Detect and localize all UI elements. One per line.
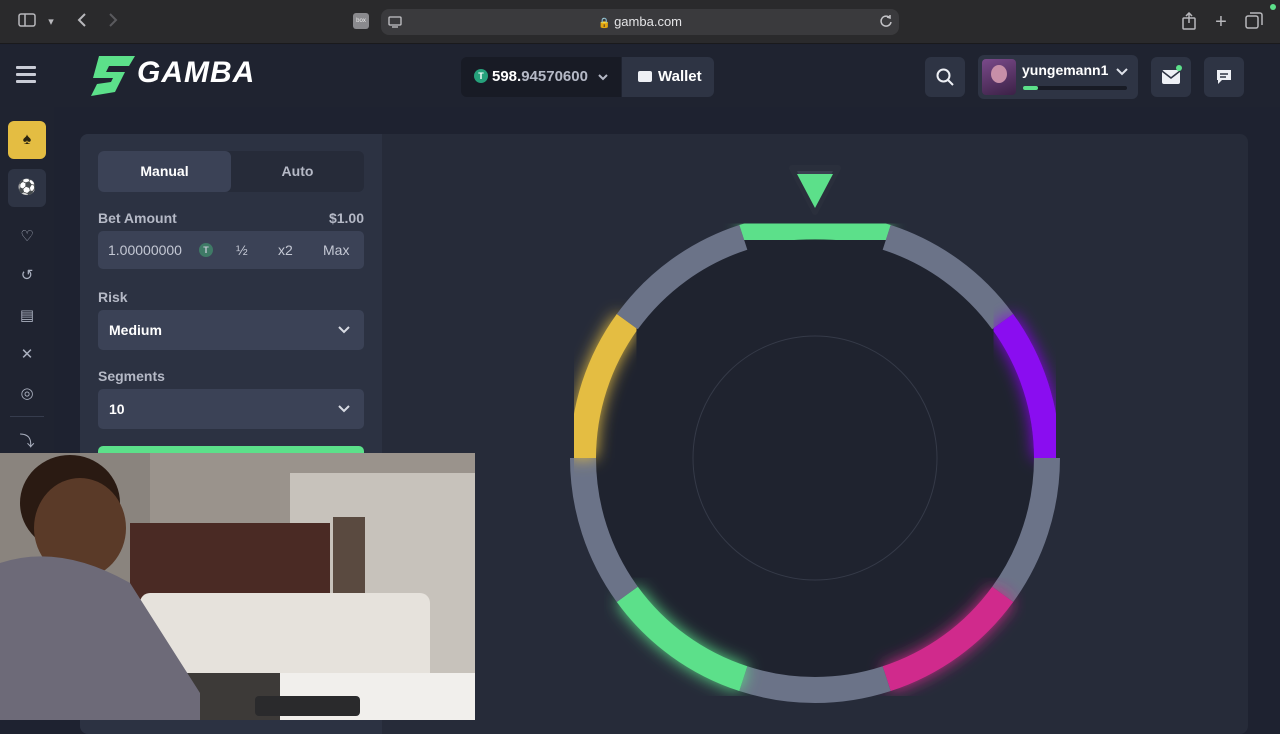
sidebar-item-casino[interactable]: ♠ [8,121,46,159]
balance-whole: 598. [492,68,522,85]
tab-favicon[interactable]: box [353,13,369,29]
risk-label: Risk [98,289,128,305]
xp-progress-fill [1023,86,1038,90]
sports-ball-icon: ⚽ [17,179,37,196]
segments-label: Segments [98,368,165,384]
heart-icon: ♡ [20,228,34,245]
search-button[interactable] [925,57,965,97]
gamba-logo-icon[interactable] [89,52,137,103]
chart-icon: ▤ [19,307,35,324]
lock-icon: 🔒 [598,18,611,29]
username: yungemann1 [1022,62,1109,78]
max-bet-button[interactable]: Max [323,242,349,258]
wallet-button[interactable]: Wallet [622,57,714,97]
sidebar-menu-chevron-icon[interactable]: ▾ [41,12,61,32]
sidebar-divider [10,416,44,417]
sidebar-item-challenges[interactable]: ◎ [8,375,46,413]
logo-wordmark[interactable]: GAMBA [137,56,255,90]
target-icon: ◎ [20,385,34,402]
tab-manual[interactable]: Manual [98,151,231,192]
address-bar[interactable]: 🔒 gamba.com [381,9,899,35]
avatar [982,59,1016,95]
back-icon[interactable] [72,12,92,32]
bet-amount-input[interactable]: 1.00000000 [108,242,182,258]
wheel-pointer [789,165,841,215]
wallet-label: Wallet [658,68,702,85]
chevron-down-icon [338,399,350,422]
bet-amount-field: 1.00000000 T ½ x2 Max [98,231,364,269]
bet-amount-label: Bet Amount [98,210,177,226]
sidebar-item-battles[interactable]: ✕ [8,336,46,374]
bet-amount-usd: $1.00 [328,210,364,226]
reload-icon[interactable] [879,14,893,33]
app-header: GAMBA T 598.94570600 Wallet yungemann1 [0,45,1280,107]
extension-status-dot [1270,4,1276,10]
menu-icon[interactable] [16,66,36,84]
sidebar-item-recent[interactable]: ↺ [8,257,46,295]
sidebar-toggle-icon[interactable] [17,12,37,32]
chevron-down-icon [338,320,350,343]
search-icon [936,68,954,86]
chat-icon [1217,70,1231,84]
browser-toolbar: ▾ box 🔒 gamba.com + [0,0,1280,44]
tab-overview-icon[interactable] [1244,12,1264,32]
notifications-button[interactable] [1151,57,1191,97]
risk-select[interactable]: Medium [98,310,364,350]
xp-progress-bar [1023,86,1127,90]
mode-tabs: Manual Auto [98,151,364,192]
balance-selector[interactable]: T 598.94570600 [461,57,621,97]
share-icon[interactable] [1179,11,1199,32]
user-menu[interactable]: yungemann1 [978,55,1138,99]
history-icon: ↺ [20,267,34,284]
wheel-segment [739,666,891,703]
chevron-down-icon [1116,62,1128,85]
url-domain: gamba.com [614,14,682,29]
chat-button[interactable] [1204,57,1244,97]
unread-dot [1176,65,1182,71]
new-tab-icon[interactable]: + [1211,12,1231,32]
tab-auto[interactable]: Auto [231,151,364,192]
sidebar-item-sports[interactable]: ⚽ [8,169,46,207]
double-bet-button[interactable]: x2 [278,242,293,258]
chevron-down-icon [597,67,609,90]
swords-icon: ✕ [20,346,34,363]
segments-select[interactable]: 10 [98,389,364,429]
sidebar-item-favorites[interactable]: ♡ [8,218,46,256]
mail-icon [1161,70,1181,84]
wheel-segment [739,213,891,250]
sidebar-item-stats[interactable]: ▤ [8,297,46,335]
balance-fraction: 94570600 [521,68,588,85]
forward-icon[interactable] [103,12,123,32]
tether-coin-icon: T [474,69,488,83]
wallet-icon [638,71,652,82]
cards-icon: ♠ [22,131,32,148]
webcam-overlay [0,453,475,720]
segments-value: 10 [109,401,125,417]
url-text: 🔒 gamba.com [381,14,899,29]
half-bet-button[interactable]: ½ [236,242,248,258]
gamba-logo-icon: ⤵ [19,433,35,450]
balance-amount: 598.94570600 [492,68,588,85]
tether-coin-icon: T [199,243,213,257]
wheel [570,165,1060,703]
risk-value: Medium [109,322,162,338]
